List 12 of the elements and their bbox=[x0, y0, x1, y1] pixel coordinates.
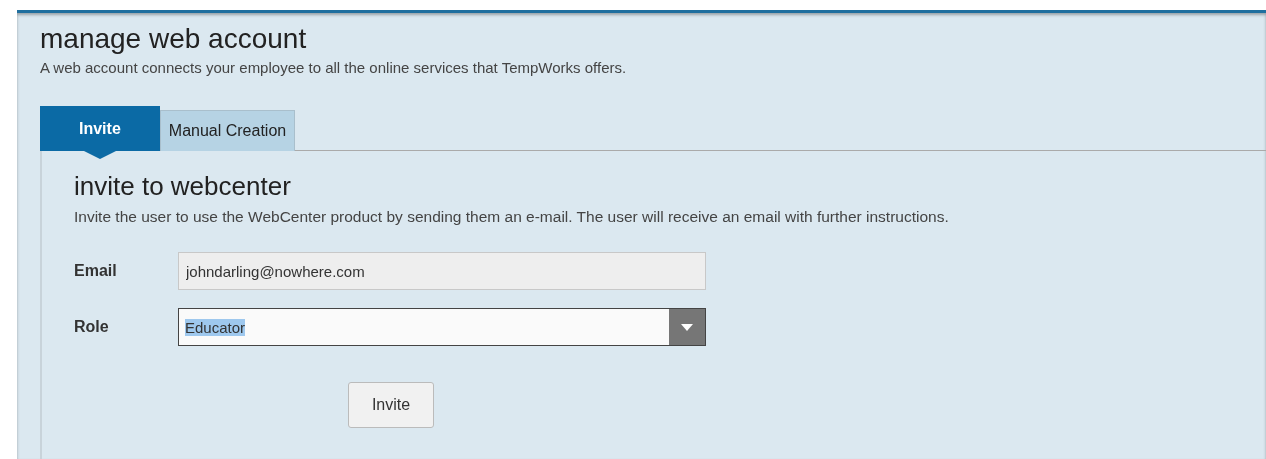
tab[interactable]: Manual Creation bbox=[159, 110, 296, 151]
email-field[interactable]: johndarling@nowhere.com bbox=[178, 252, 706, 290]
section-description: Invite the user to use the WebCenter product by sending them an e-mail. The user will receive an email with further instructions. bbox=[74, 208, 950, 226]
caret-icon bbox=[681, 323, 693, 331]
field-label: Email bbox=[74, 262, 118, 280]
field-label: Role bbox=[74, 318, 110, 336]
tab-pointer-icon bbox=[83, 151, 116, 159]
page-subtitle: A web account connects your employee to all the online services that TempWorks offers. bbox=[40, 59, 628, 76]
invite-button[interactable]: Invite bbox=[348, 382, 434, 428]
page-title: manage web account bbox=[40, 23, 308, 55]
role-dropdown[interactable]: Educator bbox=[178, 308, 706, 346]
section-title: invite to webcenter bbox=[74, 171, 292, 202]
